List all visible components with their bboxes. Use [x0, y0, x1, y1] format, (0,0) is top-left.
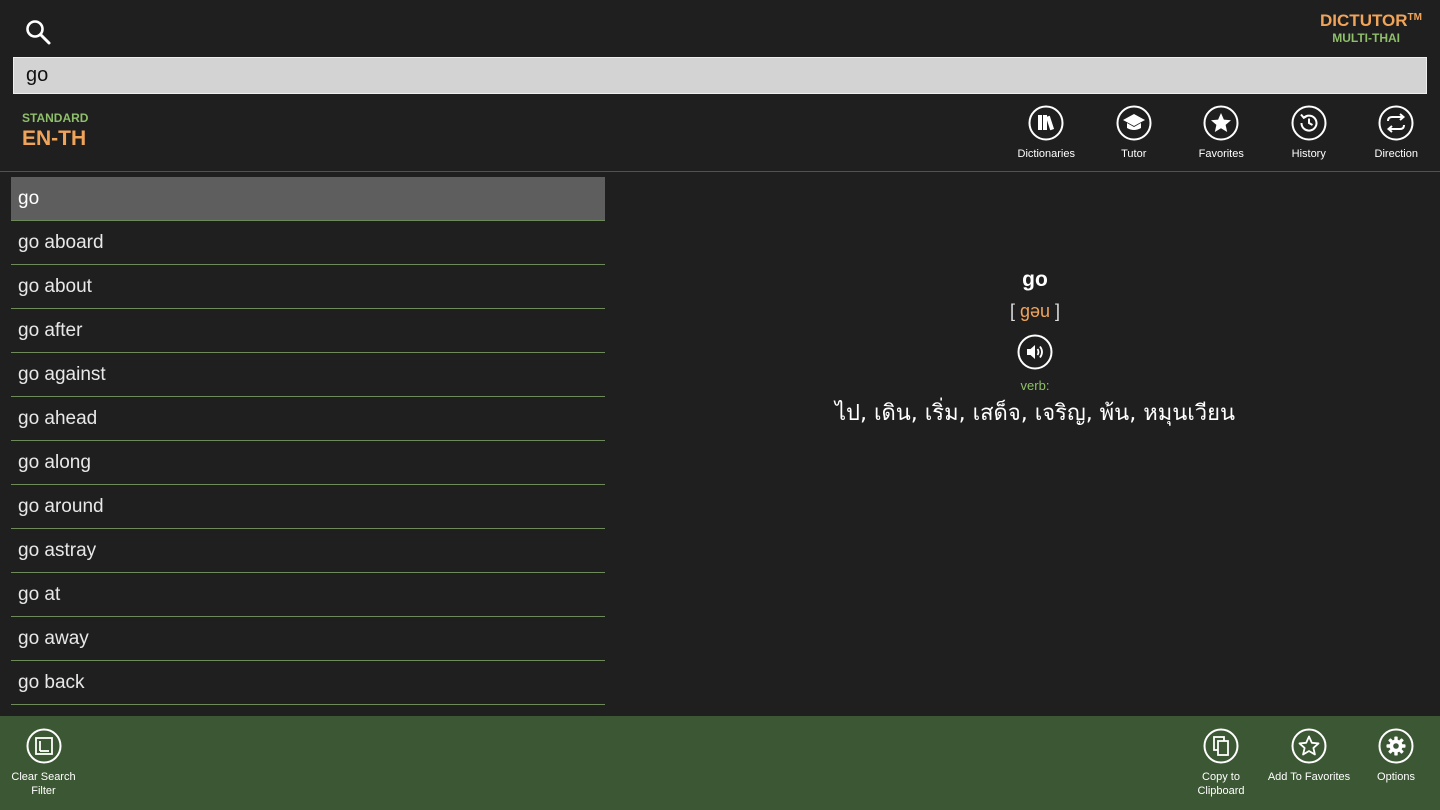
favorites-button[interactable]: Favorites: [1178, 105, 1266, 167]
definition-word: go: [1022, 268, 1048, 291]
list-item[interactable]: go back: [11, 661, 605, 705]
word-list[interactable]: go go aboard go about go after go agains…: [11, 177, 605, 715]
favorites-label: Favorites: [1198, 148, 1244, 160]
books-icon: [1028, 105, 1064, 141]
list-item[interactable]: go at: [11, 573, 605, 617]
phonetic-close-bracket: ]: [1050, 301, 1061, 321]
star-icon: [1203, 105, 1239, 141]
phonetic: [ gəu ]: [630, 301, 1440, 322]
list-item[interactable]: go astray: [11, 529, 605, 573]
top-bar: DICTUTORTM MULTI-THAI: [0, 0, 1440, 56]
brand-name: DICTUTOR: [1320, 11, 1408, 30]
direction-label: Direction: [1374, 148, 1418, 160]
definition-panel: go [ gəu ] verb: ไป, เดิน, เริ่ม, เสด็จ,…: [630, 262, 1440, 430]
dictionary-pair: EN-TH: [22, 127, 87, 150]
brand-tm: TM: [1407, 12, 1422, 23]
tutor-button[interactable]: Tutor: [1090, 105, 1178, 167]
list-item[interactable]: go after: [11, 309, 605, 353]
dictionaries-label: Dictionaries: [1017, 148, 1075, 160]
add-to-favorites-button[interactable]: Add To Favorites: [1263, 728, 1355, 784]
list-item[interactable]: go against: [11, 353, 605, 397]
dictionary-type: STANDARD: [22, 111, 89, 125]
clear-search-filter-button[interactable]: Clear Search Filter: [10, 728, 77, 798]
translation: ไป, เดิน, เริ่ม, เสด็จ, เจริญ, พ้น, หมุน…: [834, 401, 1236, 426]
brand-logo: DICTUTORTM MULTI-THAI: [1320, 12, 1422, 44]
add-to-favorites-label: Add To Favorites: [1267, 771, 1351, 783]
clear-search-filter-label: Clear Search Filter: [11, 771, 76, 797]
part-of-speech: verb:: [1020, 378, 1050, 393]
list-item[interactable]: go along: [11, 441, 605, 485]
gear-icon: [1378, 728, 1414, 764]
tutor-label: Tutor: [1121, 148, 1147, 160]
toolbar: Dictionaries Tutor Favorites History Dir…: [1003, 105, 1440, 167]
copy-to-clipboard-button[interactable]: Copy to Clipboard: [1186, 728, 1256, 798]
search-input[interactable]: [13, 57, 1427, 94]
dictionaries-button[interactable]: Dictionaries: [1003, 105, 1091, 167]
list-item[interactable]: go about: [11, 265, 605, 309]
options-label: Options: [1377, 771, 1415, 783]
copy-to-clipboard-label: Copy to Clipboard: [1197, 771, 1245, 797]
clear-filter-icon: [26, 728, 61, 764]
speaker-icon[interactable]: [1017, 334, 1053, 370]
search-icon[interactable]: [24, 18, 52, 46]
list-item[interactable]: go: [11, 177, 605, 221]
graduation-cap-icon: [1116, 105, 1152, 141]
list-item[interactable]: go away: [11, 617, 605, 661]
list-item[interactable]: go aboard: [11, 221, 605, 265]
direction-button[interactable]: Direction: [1353, 105, 1440, 167]
list-item[interactable]: go around: [11, 485, 605, 529]
history-icon: [1291, 105, 1327, 141]
history-button[interactable]: History: [1265, 105, 1353, 167]
list-item[interactable]: go ahead: [11, 397, 605, 441]
phonetic-open-bracket: [: [1009, 301, 1020, 321]
options-button[interactable]: Options: [1368, 728, 1424, 784]
app-bar: Clear Search Filter Copy to Clipboard Ad…: [0, 716, 1440, 810]
header-divider: [0, 171, 1440, 172]
history-label: History: [1291, 148, 1326, 160]
swap-arrows-icon: [1378, 105, 1414, 141]
brand-subtitle: MULTI-THAI: [1332, 31, 1400, 45]
dictionary-label: STANDARD EN-TH: [22, 112, 88, 149]
phonetic-text: gəu: [1019, 301, 1051, 321]
copy-icon: [1203, 728, 1239, 764]
star-outline-icon: [1291, 728, 1327, 764]
